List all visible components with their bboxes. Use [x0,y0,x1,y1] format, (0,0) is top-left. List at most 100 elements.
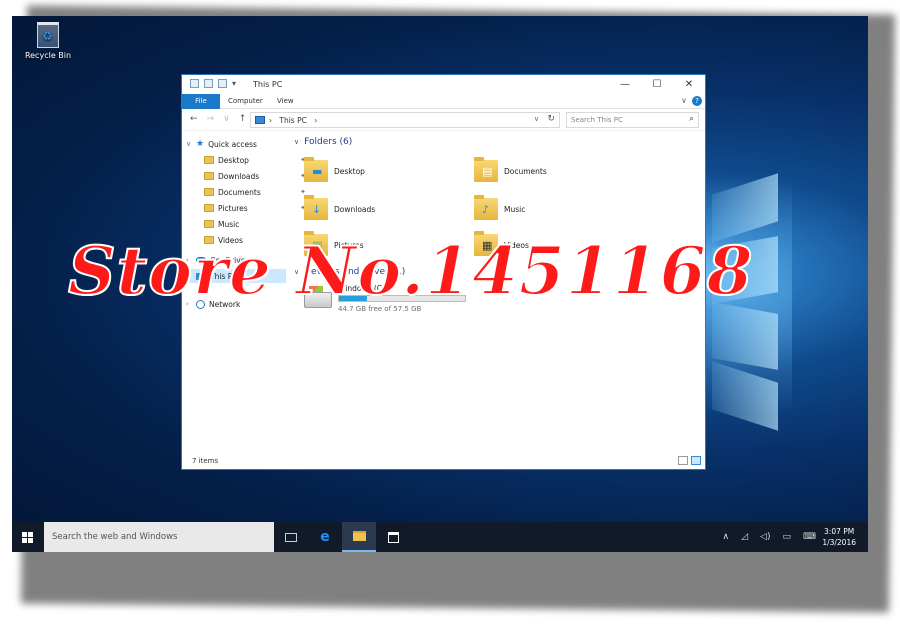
folder-icon [204,220,214,228]
view-switcher [678,456,701,465]
folder-item-music[interactable]: ♪ Music [474,193,644,225]
task-view-icon [285,532,297,542]
notification-icon[interactable]: ▭ [782,532,791,542]
nav-quick-access[interactable]: ∨ ★ Quick access [186,137,257,151]
start-button[interactable] [12,522,42,552]
network-icon[interactable]: ◿ [741,532,748,542]
folder-item-downloads[interactable]: ↓ Downloads [304,193,474,225]
documents-folder-icon: ▤ [474,157,498,182]
breadcrumb-sep: › [314,116,318,125]
recycle-bin-shortcut[interactable]: Recycle Bin [22,22,74,60]
properties-icon[interactable] [204,79,213,88]
folder-label: Downloads [334,204,376,214]
nav-item-downloads[interactable]: Downloads ✦ [204,169,306,183]
collapse-chevron-icon[interactable]: ∨ [294,138,299,146]
pc-icon [190,79,199,88]
edge-icon: e [320,529,330,545]
taskbar: Search the web and Windows e ∧ ◿ ◁) ▭ ⌨ … [12,522,868,552]
file-explorer-icon [352,531,366,541]
nav-item-documents[interactable]: Documents ✦ [204,185,306,199]
maximize-button[interactable]: ☐ [641,75,673,94]
desktop-folder-icon: ▬ [304,157,328,182]
folder-icon [204,188,214,196]
system-tray: ∧ ◿ ◁) ▭ ⌨ [723,532,816,542]
details-view-icon[interactable] [678,456,688,465]
toolbar-dropdown-icon[interactable]: ▾ [232,79,236,88]
star-icon: ★ [196,139,205,149]
music-folder-icon: ♪ [474,195,498,220]
folder-item-documents[interactable]: ▤ Documents [474,155,644,187]
quick-access-toolbar: ▾ [190,79,236,88]
volume-icon[interactable]: ◁) [760,532,770,542]
nav-item-desktop[interactable]: Desktop ✦ [204,153,306,167]
folder-item-desktop[interactable]: ▬ Desktop [304,155,474,187]
folder-icon [204,204,214,212]
up-icon[interactable]: ↑ [239,114,247,124]
file-explorer-button[interactable] [342,522,376,552]
store-button[interactable] [376,522,410,552]
nav-label: Downloads [218,171,260,181]
store-icon [387,531,399,543]
search-placeholder: Search This PC [571,116,623,124]
back-icon[interactable]: ← [190,114,198,124]
nav-label: Desktop [218,155,249,165]
close-button[interactable]: ✕ [673,75,705,94]
clock-time: 3:07 PM [824,527,855,536]
store-watermark: Store No.1451168 [67,231,754,311]
folder-label: Documents [504,166,547,176]
nav-label: Documents [218,187,261,197]
folder-icon [204,156,214,164]
status-bar: 7 items [182,453,705,469]
folder-label: Music [504,204,526,214]
windows-logo-icon [21,531,33,543]
window-title: This PC [253,80,283,89]
recycle-bin-icon [37,22,59,48]
tab-computer[interactable]: Computer [228,94,263,109]
expand-arrow-icon[interactable]: ∨ [186,140,196,148]
breadcrumb-sep: › [269,116,272,125]
folder-icon [204,172,214,180]
pc-icon [255,116,265,124]
address-dropdown-icon[interactable]: ∨ [534,115,539,123]
tiles-view-icon[interactable] [691,456,701,465]
downloads-folder-icon: ↓ [304,195,328,220]
new-folder-icon[interactable] [218,79,227,88]
window-controls: — ☐ ✕ [609,75,705,94]
section-title: Folders (6) [304,137,353,147]
address-bar[interactable]: › This PC › ∨ ↻ [250,112,560,128]
breadcrumb[interactable]: › This PC › [269,116,317,125]
folder-label: Desktop [334,166,365,176]
edge-button[interactable]: e [308,522,342,552]
nav-buttons: ← → ∨ ↑ [190,114,246,124]
search-icon: ⌕ [688,114,694,124]
tab-file[interactable]: File [182,94,220,109]
recent-locations-icon[interactable]: ∨ [223,114,230,124]
nav-item-pictures[interactable]: Pictures ✦ [204,201,306,215]
folders-section-header[interactable]: ∨ Folders (6) [294,137,352,147]
forward-icon[interactable]: → [207,114,215,124]
ribbon: File Computer View ∨ ? [182,94,705,109]
nav-label: Pictures [218,203,248,213]
minimize-button[interactable]: — [609,75,641,94]
nav-label: Quick access [208,139,257,149]
breadcrumb-this-pc[interactable]: This PC [279,116,306,125]
tab-view[interactable]: View [277,94,294,109]
taskbar-search-placeholder: Search the web and Windows [52,532,178,542]
expand-ribbon-icon[interactable]: ∨ [681,96,687,105]
search-input[interactable]: Search This PC ⌕ [566,112,699,128]
wallpaper-beam [712,302,778,370]
chevron-up-icon[interactable]: ∧ [723,532,730,542]
address-row: ← → ∨ ↑ › This PC › ∨ ↻ Search This PC ⌕ [182,109,705,131]
refresh-icon[interactable]: ↻ [547,114,555,124]
task-view-button[interactable] [274,522,308,552]
clock-date: 1/3/2016 [822,538,856,547]
title-bar[interactable]: ▾ This PC — ☐ ✕ [182,75,705,94]
taskbar-search-box[interactable]: Search the web and Windows [44,522,274,552]
keyboard-icon[interactable]: ⌨ [803,532,816,542]
nav-label: Music [218,219,240,229]
item-count: 7 items [192,457,219,465]
help-icon[interactable]: ? [692,96,702,106]
recycle-bin-label: Recycle Bin [24,51,72,60]
nav-item-music[interactable]: Music [204,217,239,231]
clock[interactable]: 3:07 PM 1/3/2016 [822,526,856,548]
